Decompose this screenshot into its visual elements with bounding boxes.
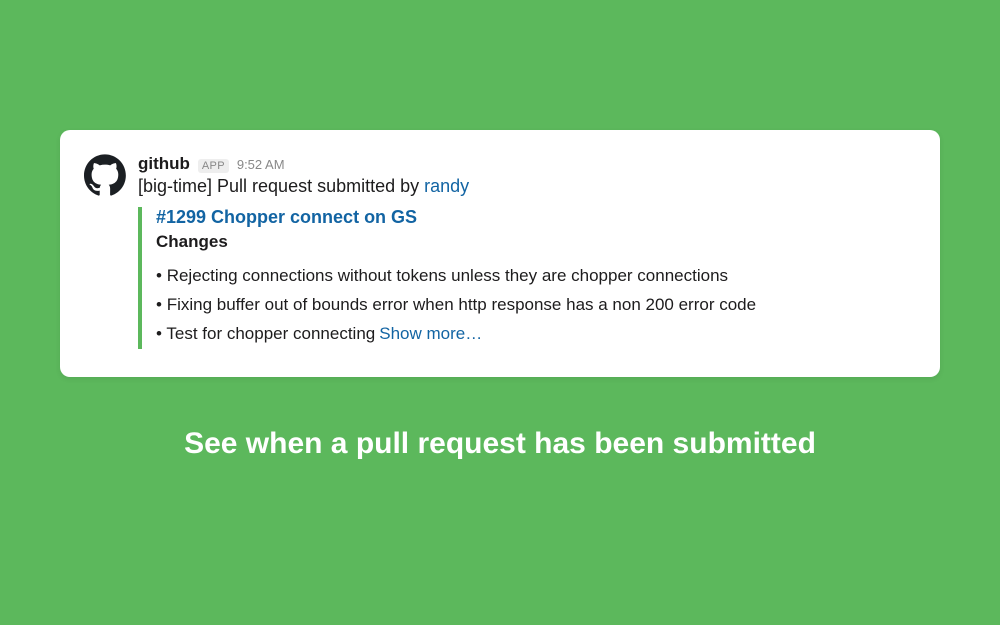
github-icon [84,154,126,196]
app-badge: APP [198,159,229,173]
message-subject: [big-time] Pull request submitted by ran… [138,176,910,197]
message-body: github APP 9:52 AM [big-time] Pull reque… [138,154,910,349]
list-item: • Test for chopper connectingShow more… [156,320,910,349]
pr-subhead: Changes [156,232,910,252]
list-item: • Fixing buffer out of bounds error when… [156,291,910,320]
github-avatar [84,154,126,196]
message-timestamp: 9:52 AM [237,157,285,172]
subject-prefix: [big-time] Pull request submitted by [138,176,424,196]
slack-message-card: github APP 9:52 AM [big-time] Pull reque… [60,130,940,377]
message-header: github APP 9:52 AM [138,154,910,174]
message-row: github APP 9:52 AM [big-time] Pull reque… [84,154,910,349]
user-link[interactable]: randy [424,176,469,196]
list-item: • Rejecting connections without tokens u… [156,262,910,291]
changes-list: • Rejecting connections without tokens u… [156,262,910,349]
show-more-link[interactable]: Show more… [379,324,482,343]
sender-name: github [138,154,190,174]
message-attachment: #1299 Chopper connect on GS Changes • Re… [138,207,910,349]
pr-title-link[interactable]: #1299 Chopper connect on GS [156,207,910,228]
promo-caption: See when a pull request has been submitt… [184,427,816,461]
